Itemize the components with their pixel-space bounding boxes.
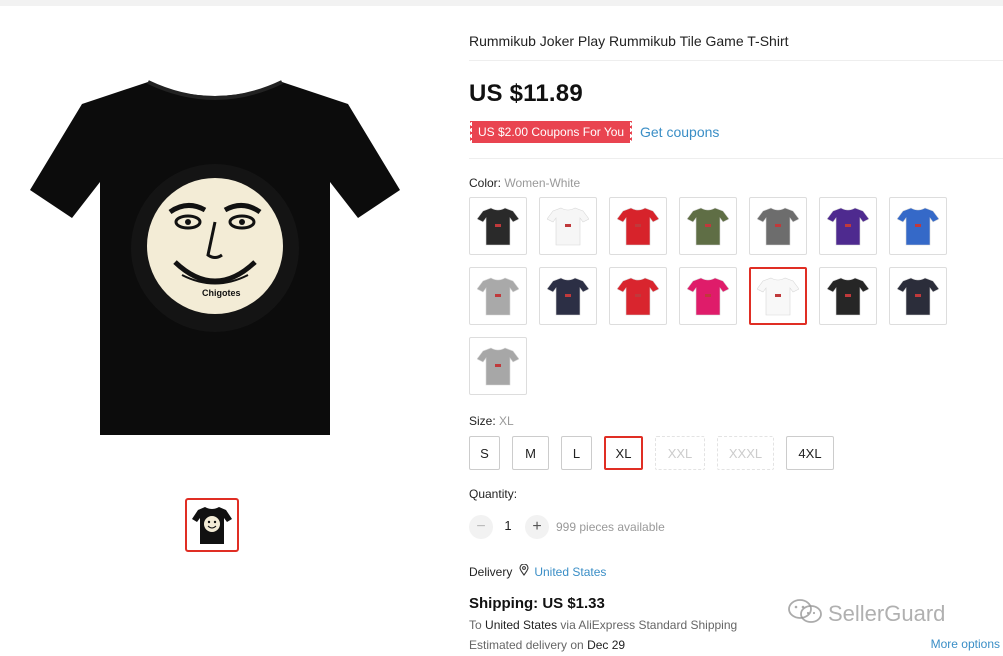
size-option-4xl[interactable]: 4XL [786,436,834,470]
tshirt-swatch-icon [477,277,519,316]
watermark: SellerGuard [788,598,945,630]
tshirt-thumbnail-icon [192,507,232,544]
color-swatch-red[interactable] [609,197,667,255]
quantity-plus-button[interactable]: + [525,515,549,539]
main-product-image: Chigotes [20,60,410,450]
tshirt-swatch-icon [477,207,519,246]
tshirt-swatch-icon [827,207,869,246]
delivery-country-link[interactable]: United States [534,565,606,579]
watermark-text: SellerGuard [828,601,946,626]
tshirt-swatch-icon [687,277,729,316]
size-option-xxxl: XXXL [717,436,774,470]
tshirt-swatch-icon [547,207,589,246]
color-swatch-black-2[interactable] [819,267,877,325]
size-option-xl[interactable]: XL [604,436,643,470]
wechat-icon [788,598,822,630]
tshirt-swatch-icon [897,207,939,246]
color-swatch-light-gray[interactable] [469,267,527,325]
divider [469,158,1003,159]
tshirt-swatch-icon [827,277,869,316]
delivery-label: Delivery [469,564,513,579]
product-title: Rummikub Joker Play Rummikub Tile Game T… [469,33,789,49]
quantity-label: Quantity: [469,487,518,501]
estimated-date: Dec 29 [587,638,626,652]
more-options-link[interactable]: More options [931,637,1000,651]
size-selected-value: XL [499,414,514,428]
shipping-route: To United States via AliExpress Standard… [469,618,737,632]
tshirt-swatch-icon [477,347,519,386]
size-option-m[interactable]: M [512,436,549,470]
color-swatch-black[interactable] [469,197,527,255]
quantity-value[interactable]: 1 [503,518,513,533]
tshirt-swatch-icon [547,277,589,316]
tshirt-swatch-icon [617,207,659,246]
color-swatch-red-2[interactable] [609,267,667,325]
get-coupons-link[interactable]: Get coupons [640,124,719,140]
tshirt-swatch-icon [897,277,939,316]
divider [469,60,1003,61]
pieces-available: 999 pieces available [556,520,665,534]
color-swatch-women-white[interactable] [749,267,807,325]
size-option-xxl: XXL [655,436,705,470]
size-option-s[interactable]: S [469,436,500,470]
color-label-row: Color: Women-White [469,176,580,190]
location-pin-icon [519,563,529,579]
color-swatch-navy-2[interactable] [889,267,947,325]
shipping-cost: Shipping: US $1.33 [469,595,605,612]
tshirt-swatch-icon [757,207,799,246]
top-bar [0,0,1003,6]
color-swatch-navy[interactable] [539,267,597,325]
tshirt-image: Chigotes [30,80,400,435]
color-selected-value: Women-White [504,176,581,190]
color-swatch-pink[interactable] [679,267,737,325]
color-swatch-blue[interactable] [889,197,947,255]
tshirt-swatch-icon [617,277,659,316]
color-label: Color: [469,176,502,190]
product-price: US $11.89 [469,80,583,107]
size-option-l[interactable]: L [561,436,592,470]
color-swatch-army-green[interactable] [679,197,737,255]
estimated-delivery: Estimated delivery on Dec 29 [469,638,625,652]
color-swatch-white[interactable] [539,197,597,255]
shirt-print-text: Chigotes [202,288,241,298]
color-swatch-gray[interactable] [749,197,807,255]
quantity-minus-button[interactable]: − [469,515,493,539]
shipping-via: via AliExpress Standard Shipping [560,618,738,632]
size-label-row: Size: XL [469,414,514,428]
estimated-prefix: Estimated delivery on [469,638,584,652]
color-swatch-light-gray-2[interactable] [469,337,527,395]
tshirt-swatch-icon [687,207,729,246]
tshirt-swatch-icon [757,277,799,316]
size-label: Size: [469,414,496,428]
delivery-row: Delivery United States [469,563,606,579]
coupon-badge: US $2.00 Coupons For You [467,121,633,143]
color-swatch-purple[interactable] [819,197,877,255]
shipping-to-country: United States [485,618,558,632]
shipping-to-prefix: To [469,618,482,632]
thumbnail-1[interactable] [185,498,239,552]
